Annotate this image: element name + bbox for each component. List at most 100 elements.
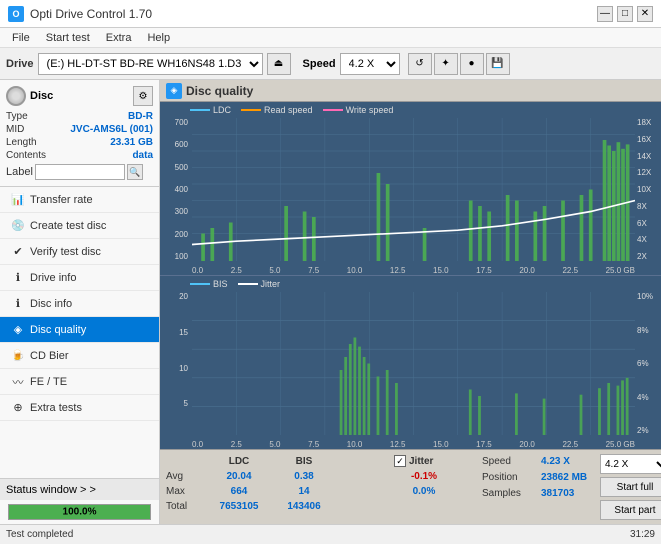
write-speed-legend-color xyxy=(323,109,343,111)
sidebar-item-verify-test-disc[interactable]: ✔ Verify test disc xyxy=(0,239,159,265)
stats-avg-row: Avg 20.04 0.38 xyxy=(166,469,386,483)
speed-select[interactable]: 4.2 X xyxy=(340,53,400,75)
disc-label-label: Label xyxy=(6,166,33,178)
app-title: Opti Drive Control 1.70 xyxy=(30,7,152,21)
menu-extra[interactable]: Extra xyxy=(98,28,140,47)
drive-label: Drive xyxy=(6,58,34,70)
bis-col-header: BIS xyxy=(274,456,334,467)
sidebar-item-cd-bier[interactable]: 🍺 CD Bier xyxy=(0,343,159,369)
drive-bar: Drive (E:) HL-DT-ST BD-RE WH16NS48 1.D3 … xyxy=(0,48,661,80)
status-window-button[interactable]: Status window > > xyxy=(0,478,159,500)
stats-area: LDC BIS Avg 20.04 0.38 Max 664 14 Total xyxy=(160,449,661,524)
disc-panel-title: Disc xyxy=(30,90,53,102)
disc-panel: Disc ⚙ Type BD-R MID JVC-AMS6L (001) Len… xyxy=(0,80,159,187)
x-axis-bottom: 0.02.55.07.510.012.515.017.520.022.525.0… xyxy=(192,440,635,449)
sidebar-item-transfer-rate[interactable]: 📊 Transfer rate xyxy=(0,187,159,213)
jitter-avg-row: -0.1% xyxy=(394,469,474,483)
transfer-rate-icon: 📊 xyxy=(10,192,26,208)
read-speed-legend-color xyxy=(241,109,261,111)
bis-legend-color xyxy=(190,283,210,285)
close-button[interactable]: ✕ xyxy=(637,6,653,22)
speed-row: Speed 4.23 X xyxy=(482,454,592,468)
ldc-legend-color xyxy=(190,109,210,111)
sidebar-item-fe-te[interactable]: 〰 FE / TE xyxy=(0,369,159,395)
jitter-legend-label: Jitter xyxy=(261,279,281,289)
sidebar-item-label: FE / TE xyxy=(30,376,67,388)
ldc-legend-label: LDC xyxy=(213,105,231,115)
chart-top-svg xyxy=(192,118,635,261)
status-window-label: Status window > > xyxy=(6,484,96,496)
create-test-icon: 💿 xyxy=(10,218,26,234)
verify-test-icon: ✔ xyxy=(10,244,26,260)
total-bis-value: 143406 xyxy=(274,501,334,512)
minimize-button[interactable]: — xyxy=(597,6,613,22)
sidebar-item-label: CD Bier xyxy=(30,350,69,362)
maximize-button[interactable]: □ xyxy=(617,6,633,22)
chart-top: LDC Read speed Write speed xyxy=(160,102,661,276)
y-axis-left-top: 700 600 500 400 300 200 100 xyxy=(160,118,190,261)
star-button[interactable]: ✦ xyxy=(434,53,458,75)
sidebar-item-extra-tests[interactable]: ⊕ Extra tests xyxy=(0,395,159,421)
disc-label-row: Label 🔍 xyxy=(6,162,153,180)
jitter-section: ✓ Jitter -0.1% 0.0% xyxy=(394,454,474,498)
total-ldc-value: 7653105 xyxy=(204,501,274,512)
main-layout: Disc ⚙ Type BD-R MID JVC-AMS6L (001) Len… xyxy=(0,80,661,524)
sidebar: Disc ⚙ Type BD-R MID JVC-AMS6L (001) Len… xyxy=(0,80,160,524)
extra-tests-icon: ⊕ xyxy=(10,400,26,416)
position-row: Position 23862 MB xyxy=(482,470,592,484)
disc-type-value: BD-R xyxy=(128,111,153,122)
stats-max-row: Max 664 14 xyxy=(166,484,386,498)
save-button[interactable]: 💾 xyxy=(486,53,510,75)
disc-info-icon: ℹ xyxy=(10,296,26,312)
menu-help[interactable]: Help xyxy=(139,28,178,47)
jitter-legend-color xyxy=(238,283,258,285)
start-part-button[interactable]: Start part xyxy=(600,500,661,520)
samples-label: Samples xyxy=(482,488,537,499)
y-axis-right-bottom: 10% 8% 6% 4% 2% xyxy=(635,292,661,435)
record-button[interactable]: ● xyxy=(460,53,484,75)
sidebar-item-drive-info[interactable]: ℹ Drive info xyxy=(0,265,159,291)
disc-mid-label: MID xyxy=(6,124,24,135)
refresh-button[interactable]: ↺ xyxy=(408,53,432,75)
disc-label-input[interactable] xyxy=(35,164,125,180)
sidebar-item-label: Transfer rate xyxy=(30,194,93,206)
disc-length-value: 23.31 GB xyxy=(110,137,153,148)
disc-label-search-button[interactable]: 🔍 xyxy=(127,164,143,180)
menu-bar: File Start test Extra Help xyxy=(0,28,661,48)
x-axis-top: 0.02.55.07.510.012.515.017.520.022.525.0… xyxy=(192,266,635,275)
status-bar: Test completed 31:29 xyxy=(0,524,661,544)
eject-button[interactable]: ⏏ xyxy=(267,53,291,75)
cd-bier-icon: 🍺 xyxy=(10,348,26,364)
avg-ldc-value: 20.04 xyxy=(204,471,274,482)
start-full-button[interactable]: Start full xyxy=(600,477,661,497)
write-speed-legend: Write speed xyxy=(323,105,394,115)
sidebar-item-create-test-disc[interactable]: 💿 Create test disc xyxy=(0,213,159,239)
start-speed-select[interactable]: 4.2 X xyxy=(600,454,661,474)
progress-text: 100.0% xyxy=(63,507,97,518)
menu-start-test[interactable]: Start test xyxy=(38,28,98,47)
disc-length-label: Length xyxy=(6,137,37,148)
menu-file[interactable]: File xyxy=(4,28,38,47)
read-speed-legend-label: Read speed xyxy=(264,105,313,115)
write-speed-legend-label: Write speed xyxy=(346,105,394,115)
disc-length-row: Length 23.31 GB xyxy=(6,136,153,149)
chart-bottom-legend: BIS Jitter xyxy=(160,276,661,292)
jitter-checkbox[interactable]: ✓ xyxy=(394,455,406,467)
disc-settings-button[interactable]: ⚙ xyxy=(133,86,153,106)
sidebar-bottom: Status window > > 100.0% xyxy=(0,478,159,524)
disc-mid-row: MID JVC-AMS6L (001) xyxy=(6,123,153,136)
speed-position-section: Speed 4.23 X Position 23862 MB Samples 3… xyxy=(482,454,592,500)
chart-bottom-svg xyxy=(192,292,635,435)
disc-type-row: Type BD-R xyxy=(6,110,153,123)
content-area: ◈ Disc quality LDC Read speed xyxy=(160,80,661,524)
samples-value: 381703 xyxy=(541,488,574,499)
sidebar-item-disc-info[interactable]: ℹ Disc info xyxy=(0,291,159,317)
ldc-legend: LDC xyxy=(190,105,231,115)
drive-select[interactable]: (E:) HL-DT-ST BD-RE WH16NS48 1.D3 xyxy=(38,53,263,75)
title-bar: O Opti Drive Control 1.70 — □ ✕ xyxy=(0,0,661,28)
sidebar-item-disc-quality[interactable]: ◈ Disc quality xyxy=(0,317,159,343)
jitter-avg-value: -0.1% xyxy=(394,471,454,482)
drive-action-buttons: ↺ ✦ ● 💾 xyxy=(408,53,510,75)
stats-max-label: Max xyxy=(166,486,204,497)
read-speed-legend: Read speed xyxy=(241,105,313,115)
